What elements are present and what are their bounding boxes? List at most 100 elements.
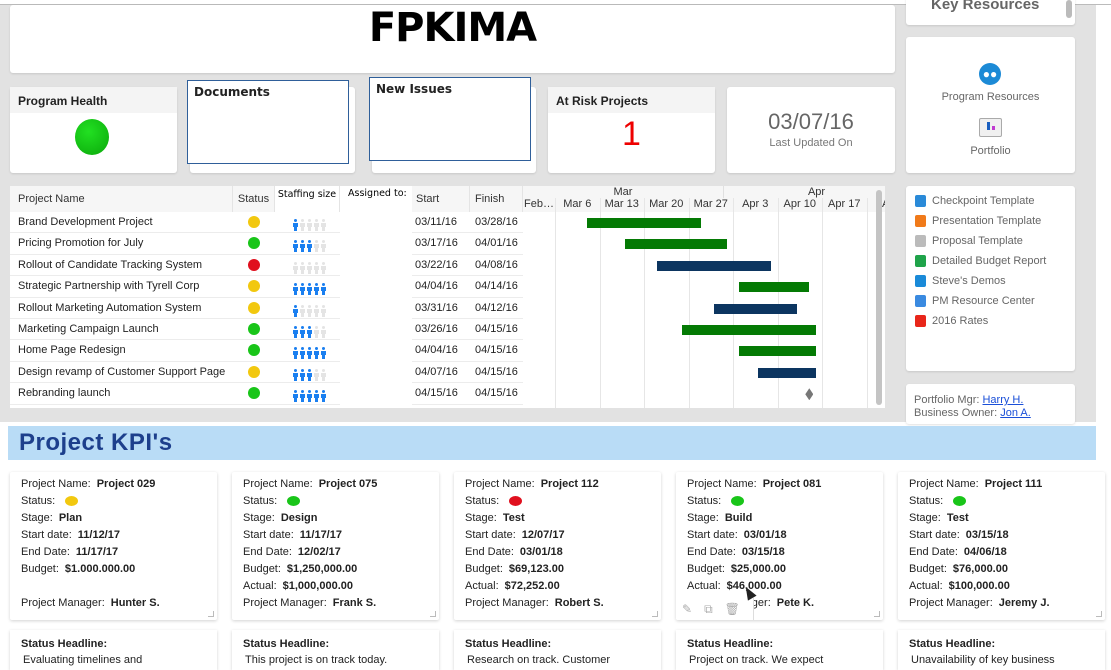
status-headline-card[interactable]: Status Headline: Research on track. Custo… [454, 630, 661, 670]
table-row[interactable]: Pricing Promotion for July 03/17/16 04/01/… [10, 233, 523, 255]
link-icon [915, 295, 926, 307]
kpi-end-date-value: 03/15/18 [741, 546, 785, 558]
person-icon [306, 261, 313, 274]
status-headline-card[interactable]: Status Headline: Unavailability of key bu… [898, 630, 1105, 670]
gantt-bar[interactable] [624, 239, 727, 250]
portfolio-link[interactable]: Portfolio [906, 145, 1075, 157]
new-issues-box[interactable]: New Issues [369, 77, 531, 161]
kpi-budget-value: $76,000.00 [952, 563, 1008, 575]
at-risk-tile: At Risk Projects 1 [548, 87, 715, 173]
finish-date: 04/01/16 [475, 237, 518, 250]
person-icon [299, 368, 306, 381]
kpi-budget-label: Budget: [687, 563, 725, 575]
table-row[interactable]: Rollout Marketing Automation System 03/31… [10, 298, 523, 319]
gantt-bar[interactable] [739, 282, 810, 293]
kpi-card[interactable]: Project Name: Project 029 Status: Stage: Pla… [10, 472, 217, 620]
table-row[interactable]: Home Page Redesign 04/04/16 04/15/16 [10, 340, 523, 362]
portfolio-mgr-link[interactable]: Harry H. [982, 394, 1023, 406]
gantt-bar[interactable] [739, 346, 816, 357]
kpi-card[interactable]: Project Name: Project 112 Status: Stage: Tes… [454, 472, 661, 620]
gantt-bar[interactable] [713, 303, 797, 314]
person-icon [292, 347, 299, 360]
vertical-scrollbar[interactable] [876, 190, 882, 405]
duplicate-icon[interactable]: ⧉ [704, 602, 713, 620]
resource-link[interactable]: Checkpoint Template [915, 191, 1075, 211]
table-row[interactable]: Strategic Partnership with Tyrell Corp 04… [10, 276, 523, 298]
kpi-project-name-row: Project Name: Project 081 [687, 478, 883, 495]
portfolio-icon[interactable] [979, 118, 1002, 137]
kpi-actual-value: $72,252.00 [504, 580, 560, 592]
resize-handle[interactable] [874, 611, 880, 617]
gantt-bar[interactable] [758, 367, 816, 378]
kpi-actual-label: Actual: [465, 580, 499, 592]
resource-link[interactable]: Proposal Template [915, 231, 1075, 251]
table-row[interactable]: Brand Development Project 03/11/16 03/28/1… [10, 212, 523, 234]
project-name: Rollout Marketing Automation System [18, 301, 202, 314]
resource-link[interactable]: Detailed Budget Report [915, 251, 1075, 271]
status-headline-card[interactable]: Status Headline: This project is on track… [232, 630, 439, 670]
gantt-bar[interactable] [656, 260, 772, 271]
documents-box[interactable]: Documents [187, 80, 349, 164]
resource-link[interactable]: 2016 Rates [915, 311, 1075, 331]
table-row[interactable]: Marketing Campaign Launch 03/26/16 04/15/1… [10, 319, 523, 341]
resize-handle[interactable] [1096, 611, 1102, 617]
table-row[interactable]: Design revamp of Customer Support Page 04… [10, 362, 523, 384]
trash-icon[interactable]: 🗑 [725, 602, 740, 620]
resource-link[interactable]: Presentation Template [915, 211, 1075, 231]
kpi-card[interactable]: Project Name: Project 111 Status: Stage: Tes… [898, 472, 1105, 620]
header-assigned-to[interactable]: Assigned to: [340, 186, 412, 408]
header-finish[interactable]: Finish [470, 186, 523, 212]
program-resources-link[interactable]: Program Resources [906, 91, 1075, 103]
kpi-actual-label: Actual: [909, 580, 943, 592]
kpi-budget-value: $1,250,000.00 [286, 563, 358, 575]
week-label: Feb… [524, 198, 554, 210]
person-icon [320, 261, 327, 274]
kpi-card[interactable]: Project Name: Project 075 Status: Stage: Des… [232, 472, 439, 620]
kpi-status-label: Status: [243, 495, 278, 507]
table-row[interactable]: Rebranding launch 04/15/16 04/15/16 [10, 383, 523, 405]
kpi-stage-label: Stage: [687, 512, 719, 524]
resource-link[interactable]: Steve's Demos [915, 271, 1075, 291]
person-icon [299, 304, 306, 317]
kpi-card[interactable]: Project Name: Project 081 Status: Stage: Bui… [676, 472, 883, 620]
gantt-bar[interactable] [682, 325, 816, 335]
resource-link[interactable]: PM Resource Center [915, 291, 1075, 311]
person-icon [306, 326, 313, 338]
person-icon [299, 283, 306, 296]
staffing-size [292, 301, 327, 317]
finish-date: 04/15/16 [475, 344, 518, 357]
resize-handle[interactable] [652, 611, 658, 617]
scrollbar[interactable] [1066, 0, 1072, 18]
program-resources-icon[interactable]: ●● [979, 63, 1001, 85]
resize-handle[interactable] [430, 611, 436, 617]
gantt-bar[interactable] [586, 218, 702, 228]
resource-link-label: Proposal Template [932, 235, 1023, 247]
links-card: Checkpoint Template Presentation Template… [906, 186, 1075, 371]
resource-link-label: Detailed Budget Report [932, 255, 1047, 267]
gantt-milestone[interactable] [805, 388, 814, 401]
header-project-name[interactable]: Project Name [10, 186, 233, 212]
business-owner-link[interactable]: Jon A. [1000, 407, 1031, 419]
kpi-actual-row: Actual: $72,252.00 [465, 580, 661, 597]
status-headline-card[interactable]: Status Headline: Evaluating timelines and [10, 630, 217, 670]
edit-pencil-icon[interactable]: ✎ [682, 602, 692, 620]
resource-link-label: Checkpoint Template [932, 195, 1035, 207]
person-icon [299, 326, 306, 338]
program-health-label: Program Health [10, 87, 177, 113]
status-headline-label: Status Headline: [243, 638, 330, 650]
header-staffing[interactable]: Staffing size [275, 186, 340, 212]
kpi-actual-label: Actual: [687, 580, 721, 592]
status-dot-icon [248, 301, 260, 314]
status-dot-icon [953, 496, 967, 507]
title-card: FPKIMA [10, 5, 895, 73]
kpi-end-date-value: 11/17/17 [75, 546, 119, 558]
person-icon [299, 347, 306, 360]
table-row[interactable]: Rollout of Candidate Tracking System 03/2… [10, 255, 523, 277]
kpi-actual-value: $46,000.00 [726, 580, 782, 592]
resize-handle[interactable] [208, 611, 214, 617]
status-headline-card[interactable]: Status Headline: Project on track. We exp… [676, 630, 883, 670]
start-date: 03/22/16 [415, 258, 458, 271]
header-status[interactable]: Status [233, 186, 275, 212]
header-start[interactable]: Start [412, 186, 470, 212]
people-icon [915, 275, 926, 287]
